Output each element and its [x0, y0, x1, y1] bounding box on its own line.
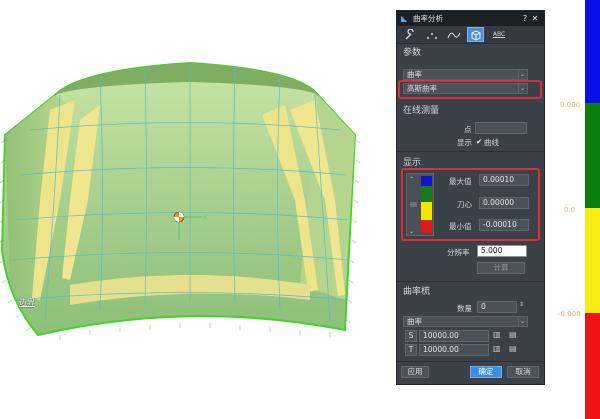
mode-select-value: 曲率: [407, 70, 422, 79]
scale-up-arrow[interactable]: ⌃: [409, 176, 414, 183]
t-direction-button[interactable]: T: [405, 344, 417, 356]
scale-color-blue: [421, 176, 432, 186]
colorbar-blue: [585, 0, 600, 103]
curve-checkbox-label: 曲线: [484, 138, 499, 147]
calculate-button[interactable]: 计算: [477, 262, 525, 274]
divider: [397, 281, 544, 282]
display-section-title: 显示: [403, 158, 422, 168]
comb-count-label: 数量: [457, 304, 472, 313]
chevron-down-icon: ⌄: [518, 317, 526, 326]
divider: [397, 151, 544, 152]
colorbar-label-max: 0.000: [560, 101, 581, 109]
mode-select[interactable]: 曲率 ⌄: [403, 69, 528, 80]
tool-points[interactable]: [423, 27, 440, 42]
comb-type-value: 曲率: [407, 317, 422, 326]
s-direction-button[interactable]: S: [405, 330, 417, 342]
dialog-title: 曲率分析: [413, 14, 443, 23]
curvature-analysis-dialog: ◣ 曲率分析 ? ✕ ABC 参数 曲率 ⌄ 高斯曲率 ⌄ 在线测量 点 显示 …: [396, 10, 545, 385]
colorbar-red: [585, 313, 600, 419]
min-value-label: 最小值: [449, 222, 472, 231]
points-icon: [426, 32, 437, 39]
online-measure-title: 在线测量: [403, 106, 440, 116]
comb-type-select[interactable]: 曲率 ⌄: [403, 316, 528, 327]
help-button[interactable]: ?: [520, 14, 530, 23]
scale-slider-thumb[interactable]: [410, 202, 417, 207]
cancel-button[interactable]: 取消: [507, 366, 539, 378]
ok-button[interactable]: 确定: [470, 366, 502, 378]
comb-section-title: 曲率梳: [403, 287, 431, 297]
curve-checkbox[interactable]: ✔: [476, 137, 482, 146]
scale-color-yellow: [421, 202, 432, 220]
max-value-input[interactable]: 0.00010: [479, 174, 529, 186]
min-value-input[interactable]: -0.00010: [479, 219, 529, 231]
colorbar-green: [585, 103, 600, 208]
abc-text-icon: ABC: [492, 31, 506, 38]
scale-color-green: [421, 186, 432, 202]
max-value-label: 最大值: [449, 177, 472, 186]
comb-density-icon[interactable]: ▥: [493, 344, 501, 353]
curvature-app-icon: ◣: [401, 14, 408, 23]
resolution-input[interactable]: 5.000: [477, 245, 527, 257]
close-button[interactable]: ✕: [530, 14, 540, 23]
center-value-input[interactable]: 0.00000: [479, 197, 529, 209]
point-input[interactable]: [475, 122, 527, 134]
tool-text[interactable]: ABC: [489, 27, 509, 42]
highlight-curvature-type: [398, 80, 542, 99]
scale-down-arrow[interactable]: ⌄: [409, 228, 414, 235]
tool-settings[interactable]: [401, 27, 418, 42]
colorbar-label-min: -0.000: [558, 310, 581, 318]
s-value-input[interactable]: 10000.00: [419, 330, 489, 342]
t-value-input[interactable]: 10000.00: [419, 344, 489, 356]
center-value-label: 刀心: [457, 200, 472, 209]
surface-icon: [471, 29, 480, 41]
dialog-titlebar[interactable]: ◣ 曲率分析 ? ✕: [397, 11, 544, 26]
apply-button[interactable]: 应用: [401, 366, 429, 378]
comb-count-input[interactable]: 0: [477, 301, 517, 313]
curve-icon: [447, 32, 460, 38]
comb-scale-icon[interactable]: ▤: [509, 344, 517, 353]
color-scale-widget[interactable]: ⌃ ⌄: [406, 173, 434, 236]
stepper-icon[interactable]: ⇕: [519, 301, 524, 308]
edge-label[interactable]: 边界: [19, 297, 35, 308]
comb-scale-icon[interactable]: ▤: [509, 330, 517, 339]
app-root: Y 边界 ◣ 曲率分析 ? ✕ ABC 参数 曲率 ⌄ 高斯曲率 ⌄ 在线测量 …: [0, 0, 600, 419]
color-scale-bars: [421, 176, 432, 233]
tool-curve[interactable]: [445, 27, 462, 42]
curvature-colorbar: [585, 0, 600, 419]
point-label: 点: [464, 125, 472, 134]
params-section-title: 参数: [403, 48, 422, 58]
chevron-down-icon: ⌄: [518, 70, 526, 79]
comb-density-icon[interactable]: ▥: [493, 330, 501, 339]
analysis-toolbar: ABC: [397, 26, 544, 44]
axis-y-label: Y: [202, 214, 208, 222]
colorbar-yellow: [585, 208, 600, 313]
scale-color-red: [421, 220, 432, 233]
colorbar-label-center: 0.0: [564, 206, 576, 214]
display-option-label: 显示: [457, 138, 472, 147]
hood-surface-model: Y: [0, 61, 361, 340]
tool-surface[interactable]: [467, 27, 484, 42]
3d-viewport[interactable]: Y 边界: [0, 0, 392, 419]
wrench-icon: [405, 28, 414, 39]
divider: [397, 361, 544, 362]
resolution-label: 分辨率: [447, 248, 470, 257]
